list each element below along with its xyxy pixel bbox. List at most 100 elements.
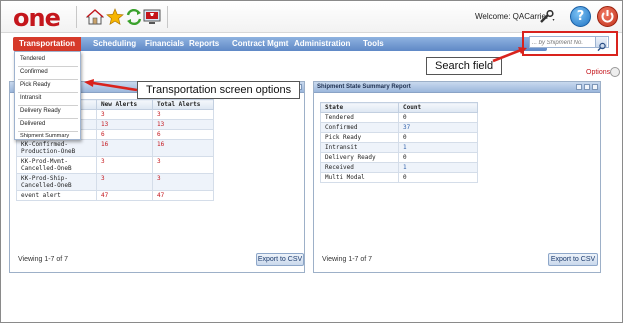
col-header-total-alerts[interactable]: Total Alerts bbox=[152, 99, 214, 110]
count-cell: 0 bbox=[398, 152, 478, 163]
shipment-state-table: State Count Tendered 0 Confirmed 37 Pick… bbox=[320, 102, 478, 183]
total-alerts-cell[interactable]: 16 bbox=[152, 139, 214, 157]
main-nav-bar: Transportation Scheduling Financials Rep… bbox=[13, 37, 547, 51]
table-row[interactable]: Confirmed 37 bbox=[320, 122, 478, 133]
table-row[interactable]: KK-Prod-Ship-Cancelled-OneB 3 3 bbox=[16, 173, 214, 191]
alert-name-cell: KK-Prod-Ship-Cancelled-OneB bbox=[16, 173, 97, 191]
total-alerts-cell[interactable]: 3 bbox=[152, 173, 214, 191]
new-alerts-cell[interactable]: 3 bbox=[96, 173, 153, 191]
alert-name-cell: KK-Prod-Mvmt-Cancelled-OneB bbox=[16, 156, 97, 174]
shipment-panel-title: Shipment State Summary Report bbox=[317, 84, 411, 90]
total-alerts-cell[interactable]: 13 bbox=[152, 119, 214, 130]
menu-item-delivery-ready[interactable]: Delivery Ready bbox=[20, 108, 61, 114]
shipment-viewing-count: Viewing 1-7 of 7 bbox=[322, 256, 373, 263]
menu-divider bbox=[18, 66, 78, 67]
shipment-state-summary-panel: Shipment State Summary Report State Coun… bbox=[313, 81, 601, 273]
panel-refresh-button[interactable] bbox=[584, 84, 590, 90]
new-alerts-cell[interactable]: 13 bbox=[96, 119, 153, 130]
panel-minimize-button[interactable] bbox=[576, 84, 582, 90]
count-cell: 0 bbox=[398, 132, 478, 143]
menu-item-intransit[interactable]: Intransit bbox=[20, 95, 41, 101]
top-header: one Welcome: QACarrier ? bbox=[1, 1, 622, 33]
new-alerts-cell[interactable]: 6 bbox=[96, 129, 153, 140]
header-divider bbox=[76, 6, 77, 28]
state-cell: Tendered bbox=[320, 112, 399, 123]
search-highlight-box bbox=[522, 31, 618, 56]
alert-name-cell: event alert bbox=[16, 190, 97, 201]
menu-item-delivered[interactable]: Delivered bbox=[20, 121, 45, 127]
new-alerts-cell[interactable]: 3 bbox=[96, 156, 153, 174]
alerts-export-csv-button[interactable]: Export to CSV bbox=[256, 253, 304, 266]
table-row[interactable]: Received 1 bbox=[320, 162, 478, 173]
table-row[interactable]: Pick Ready 0 bbox=[320, 132, 478, 143]
tools-icon[interactable] bbox=[539, 10, 555, 24]
refresh-icon[interactable] bbox=[125, 8, 143, 26]
alerts-viewing-count: Viewing 1-7 of 7 bbox=[18, 256, 69, 263]
table-row[interactable]: Delivery Ready 0 bbox=[320, 152, 478, 163]
home-icon[interactable] bbox=[86, 8, 104, 26]
count-cell: 0 bbox=[398, 112, 478, 123]
options-icon[interactable] bbox=[610, 67, 620, 77]
table-row[interactable]: Intransit 1 bbox=[320, 142, 478, 153]
col-header-new-alerts[interactable]: New Alerts bbox=[96, 99, 153, 110]
table-row[interactable]: event alert 47 47 bbox=[16, 190, 214, 201]
shipment-export-csv-button[interactable]: Export to CSV bbox=[548, 253, 598, 266]
app-window: one Welcome: QACarrier ? Transportation … bbox=[0, 0, 623, 323]
menu-item-shipment-summary[interactable]: Shipment Summary bbox=[20, 133, 69, 139]
state-cell: Confirmed bbox=[320, 122, 399, 133]
new-alerts-cell[interactable]: 3 bbox=[96, 109, 153, 120]
state-cell: Received bbox=[320, 162, 399, 173]
monitor-alert-icon[interactable] bbox=[143, 8, 161, 26]
nav-item-transportation[interactable]: Transportation bbox=[19, 39, 75, 48]
new-alerts-cell[interactable]: 16 bbox=[96, 139, 153, 157]
transportation-callout-arrow bbox=[84, 79, 138, 92]
state-cell: Delivery Ready bbox=[320, 152, 399, 163]
panel-close-button[interactable] bbox=[592, 84, 598, 90]
shipment-panel-header: Shipment State Summary Report bbox=[314, 82, 600, 93]
count-cell[interactable]: 37 bbox=[398, 122, 478, 133]
col-header-state[interactable]: State bbox=[320, 102, 399, 113]
state-cell: Intransit bbox=[320, 142, 399, 153]
total-alerts-cell[interactable]: 3 bbox=[152, 109, 214, 120]
menu-divider bbox=[18, 92, 78, 93]
transportation-dropdown-menu: Tendered Confirmed Pick Ready Intransit … bbox=[14, 51, 81, 140]
table-row[interactable]: Tendered 0 bbox=[320, 112, 478, 123]
count-cell[interactable]: 1 bbox=[398, 162, 478, 173]
total-alerts-cell[interactable]: 6 bbox=[152, 129, 214, 140]
welcome-user-text: Welcome: QACarrier bbox=[475, 12, 549, 21]
state-cell: Pick Ready bbox=[320, 132, 399, 143]
favorites-star-icon[interactable] bbox=[106, 8, 124, 26]
total-alerts-cell[interactable]: 3 bbox=[152, 156, 214, 174]
nav-item-reports[interactable]: Reports bbox=[189, 39, 219, 48]
table-row[interactable]: Multi Modal 0 bbox=[320, 172, 478, 183]
menu-item-confirmed[interactable]: Confirmed bbox=[20, 69, 48, 75]
menu-divider bbox=[18, 131, 78, 132]
nav-item-financials[interactable]: Financials bbox=[145, 39, 184, 48]
menu-divider bbox=[18, 105, 78, 106]
options-link[interactable]: Options bbox=[586, 69, 610, 76]
count-cell[interactable]: 1 bbox=[398, 142, 478, 153]
menu-divider bbox=[18, 79, 78, 80]
nav-item-tools[interactable]: Tools bbox=[363, 39, 384, 48]
total-alerts-cell[interactable]: 47 bbox=[152, 190, 214, 201]
nav-item-administration[interactable]: Administration bbox=[294, 39, 350, 48]
help-icon[interactable]: ? bbox=[570, 6, 591, 27]
new-alerts-cell[interactable]: 47 bbox=[96, 190, 153, 201]
header-divider bbox=[167, 6, 168, 28]
nav-item-contract-mgmt[interactable]: Contract Mgmt bbox=[232, 39, 288, 48]
search-callout-arrow bbox=[492, 47, 527, 63]
menu-divider bbox=[18, 118, 78, 119]
menu-item-tendered[interactable]: Tendered bbox=[20, 56, 45, 62]
count-cell: 0 bbox=[398, 172, 478, 183]
table-row[interactable]: KK-Confirmed-Production-OneB 16 16 bbox=[16, 139, 214, 157]
alert-name-cell: KK-Confirmed-Production-OneB bbox=[16, 139, 97, 157]
nav-item-scheduling[interactable]: Scheduling bbox=[93, 39, 136, 48]
power-icon[interactable] bbox=[597, 6, 618, 27]
col-header-count[interactable]: Count bbox=[398, 102, 478, 113]
one-logo[interactable]: one bbox=[13, 4, 61, 32]
state-cell: Multi Modal bbox=[320, 172, 399, 183]
transportation-options-callout: Transportation screen options bbox=[137, 81, 301, 99]
table-row[interactable]: KK-Prod-Mvmt-Cancelled-OneB 3 3 bbox=[16, 156, 214, 174]
shipment-table-header-row: State Count bbox=[320, 102, 478, 113]
menu-item-pick-ready[interactable]: Pick Ready bbox=[20, 82, 50, 88]
